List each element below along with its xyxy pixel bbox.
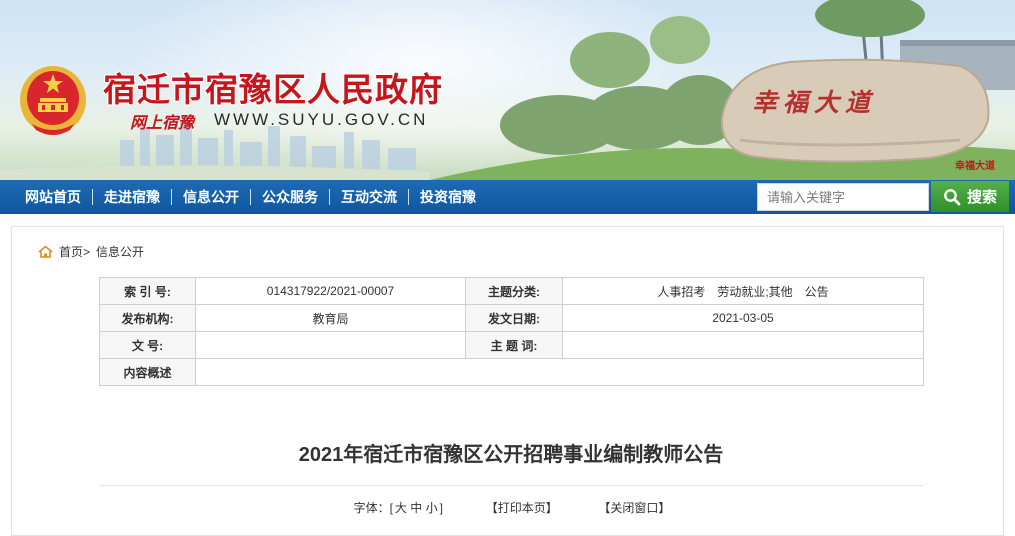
home-icon — [38, 245, 53, 258]
meta-value-keywords — [562, 331, 924, 359]
table-row: 索 引 号: 014317922/2021-00007 主题分类: 人事招考 劳… — [99, 277, 924, 305]
site-tagline: 网上宿豫 — [130, 113, 195, 132]
print-page-link[interactable]: 【打印本页】 — [486, 501, 558, 515]
font-size-large-link[interactable]: 大 — [395, 501, 407, 515]
breadcrumb-current[interactable]: 信息公开 — [96, 243, 144, 260]
nav-separator — [408, 189, 409, 205]
table-row: 文 号: 主 题 词: — [99, 331, 924, 359]
site-domain: WWW.SUYU.GOV.CN — [214, 110, 429, 129]
breadcrumb: 首页> 信息公开 — [38, 243, 144, 260]
document-meta-table: 索 引 号: 014317922/2021-00007 主题分类: 人事招考 劳… — [99, 277, 924, 386]
stone-inscription: 幸福大道 — [752, 88, 877, 117]
nav-item-investment[interactable]: 投资宿豫 — [409, 180, 487, 214]
search-button[interactable]: 搜索 — [931, 181, 1009, 212]
meta-label-publisher: 发布机构: — [99, 304, 196, 332]
photo-caption: 幸福大道 — [955, 161, 995, 172]
table-row: 发布机构: 教育局 发文日期: 2021-03-05 — [99, 304, 924, 332]
close-window-link[interactable]: 【关闭窗口】 — [598, 501, 670, 515]
search-icon — [944, 188, 961, 205]
font-size-label: 字体：[ — [353, 501, 393, 515]
search-input[interactable] — [757, 183, 929, 211]
meta-value-publisher: 教育局 — [195, 304, 466, 332]
meta-label-category: 主题分类: — [465, 277, 563, 305]
nav-item-about[interactable]: 走进宿豫 — [93, 180, 171, 214]
font-size-bracket: ] — [439, 501, 443, 515]
header-banner: 宿迁市宿豫区人民政府 网上宿豫 WWW.SUYU.GOV.CN 幸福大道 幸福大… — [0, 0, 1015, 180]
meta-label-summary: 内容概述 — [99, 358, 196, 386]
meta-label-index-no: 索 引 号: — [99, 277, 196, 305]
nav-separator — [171, 189, 172, 205]
meta-label-doc-no: 文 号: — [99, 331, 196, 359]
national-emblem-icon — [20, 66, 86, 135]
meta-label-keywords: 主 题 词: — [465, 331, 563, 359]
nav-separator — [250, 189, 251, 205]
article-title: 2021年宿迁市宿豫区公开招聘事业编制教师公告 — [298, 444, 724, 466]
title-divider — [99, 485, 923, 486]
nav-separator — [92, 189, 93, 205]
breadcrumb-home[interactable]: 首页> — [59, 243, 90, 260]
meta-value-category: 人事招考 劳动就业;其他 公告 — [562, 277, 924, 305]
meta-value-date: 2021-03-05 — [562, 304, 924, 332]
meta-label-date: 发文日期: — [465, 304, 563, 332]
table-row: 内容概述 — [99, 358, 924, 386]
meta-value-doc-no — [195, 331, 466, 359]
article-tools: 字体：[大 中 小] 【打印本页】 【关闭窗口】 — [99, 499, 923, 516]
font-size-small-link[interactable]: 小 — [426, 501, 438, 515]
search-button-label: 搜索 — [966, 189, 997, 206]
site-title: 宿迁市宿豫区人民政府 — [103, 70, 443, 109]
meta-value-summary — [195, 358, 924, 386]
nav-separator — [329, 189, 330, 205]
nav-item-home[interactable]: 网站首页 — [14, 180, 92, 214]
nav-item-info-disclosure[interactable]: 信息公开 — [172, 180, 250, 214]
nav-item-public-service[interactable]: 公众服务 — [251, 180, 329, 214]
meta-value-index-no: 014317922/2021-00007 — [195, 277, 466, 305]
nav-item-interaction[interactable]: 互动交流 — [330, 180, 408, 214]
font-size-medium-link[interactable]: 中 — [410, 501, 422, 515]
